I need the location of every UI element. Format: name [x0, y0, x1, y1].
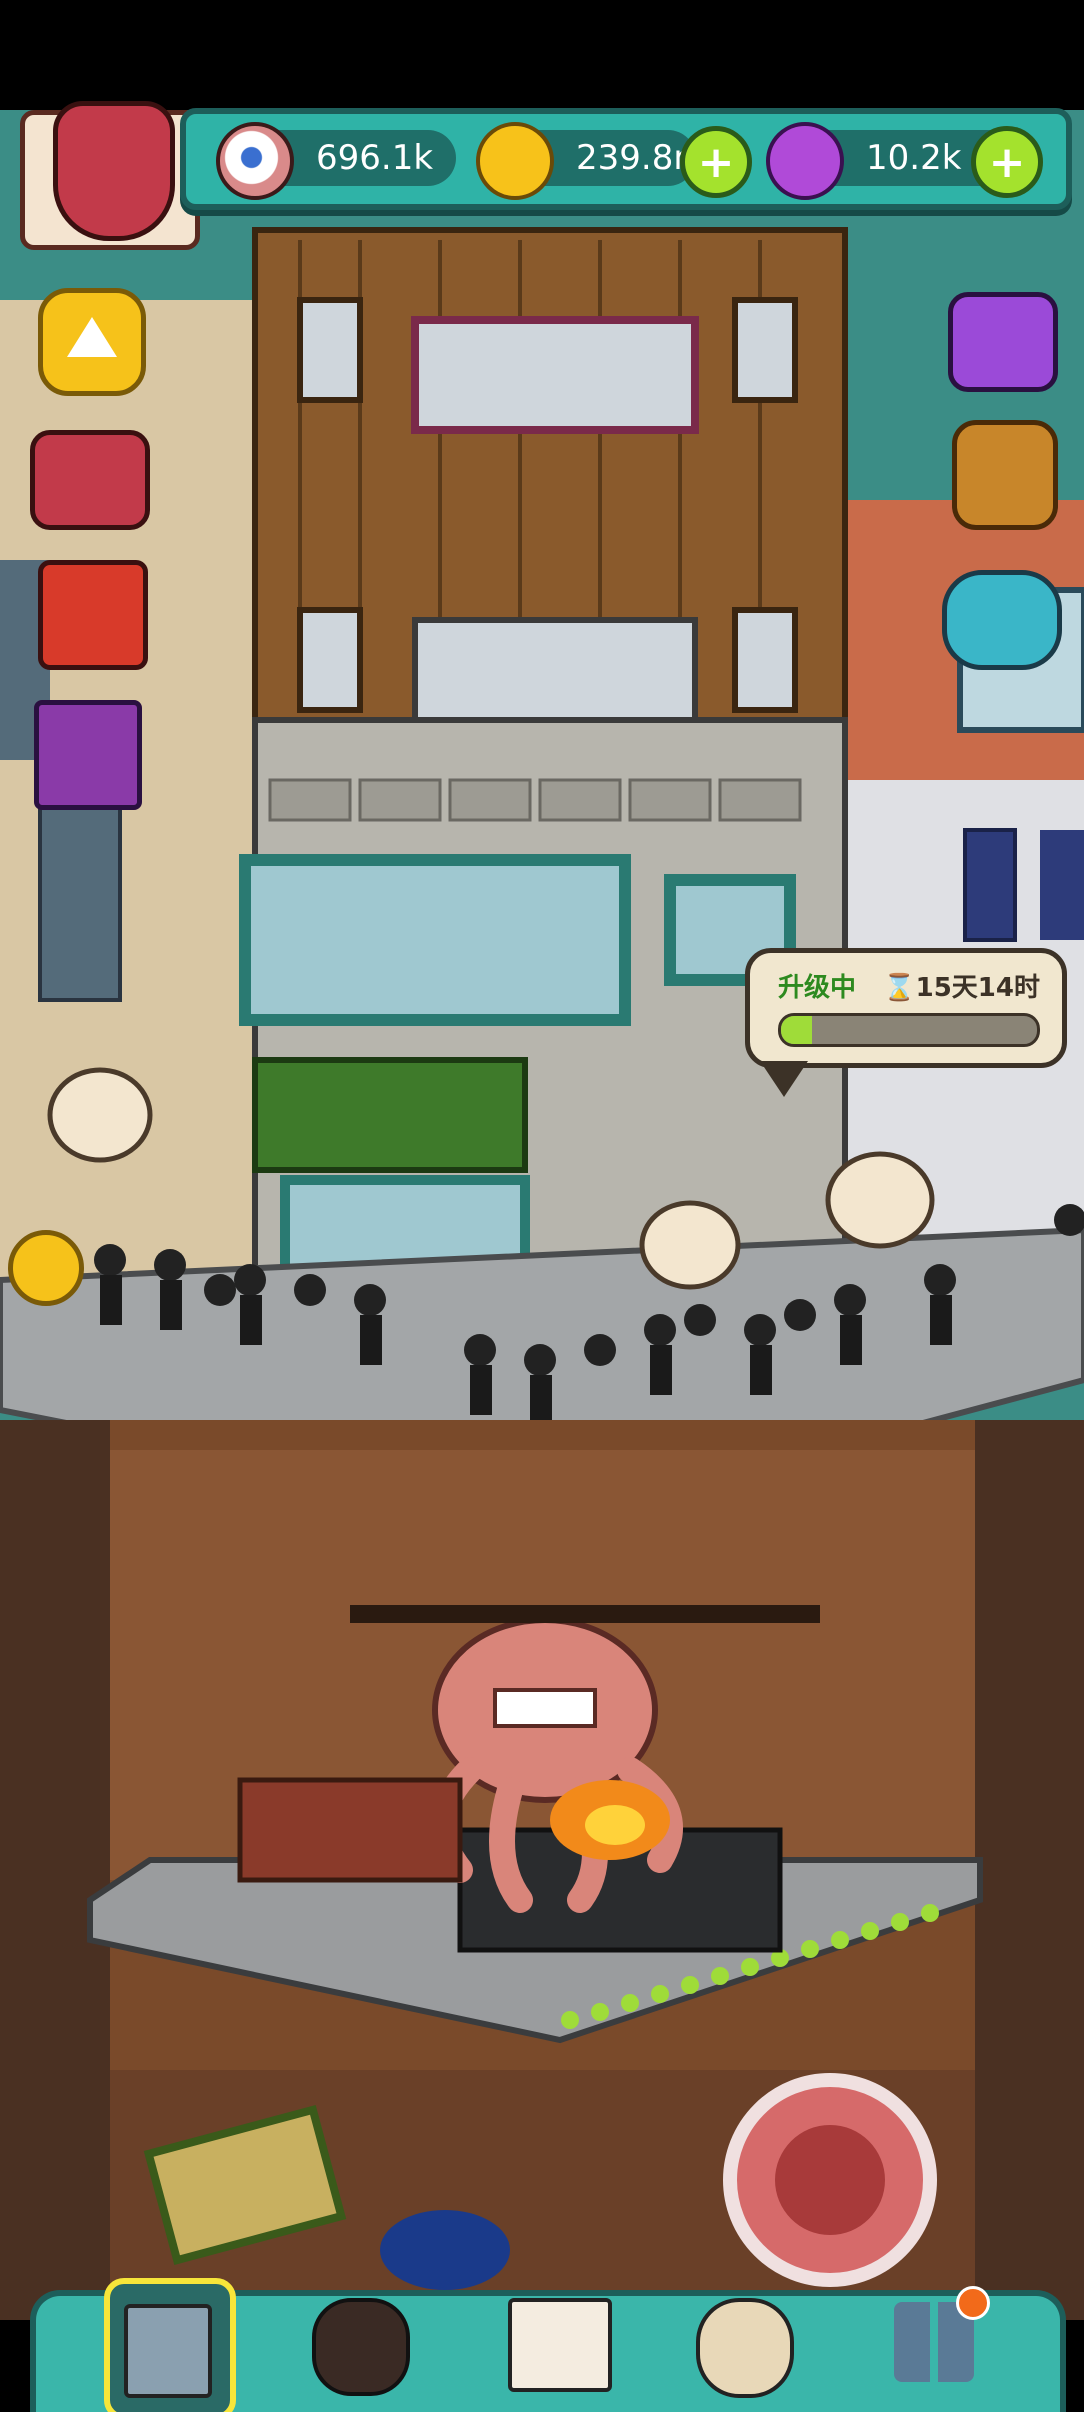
video-ad-button[interactable]	[948, 292, 1058, 392]
gold-coin-icon	[476, 122, 554, 200]
potions-value: 10.2k	[866, 138, 962, 178]
nav-money-bag-button[interactable]	[682, 2278, 802, 2408]
bottom-navigation	[30, 2278, 1066, 2412]
cards-button[interactable]	[34, 700, 142, 810]
nav-book-button[interactable]	[494, 2278, 614, 2408]
game-scene[interactable]: 696.1k 239.8m + 10.2k + 升级中 ⌛15天14时	[0, 0, 1084, 2412]
eyes-counter: 696.1k	[216, 122, 456, 200]
upgrade-progress-bar	[778, 1013, 1040, 1047]
purple-potion-icon	[766, 122, 844, 200]
gift-box-icon[interactable]	[38, 560, 148, 670]
upgrade-label: 升级中	[778, 973, 857, 1003]
upgrade-timer-value: 15天14时	[915, 973, 1040, 1003]
panel-pointer	[760, 1061, 808, 1097]
nav-grid-menu-button[interactable]	[874, 2278, 994, 2408]
arrow-up-icon	[67, 317, 117, 357]
book-icon	[508, 2298, 612, 2392]
monster-icon	[312, 2298, 410, 2396]
building-icon	[124, 2304, 212, 2398]
add-coins-button[interactable]: +	[680, 126, 752, 198]
home-button[interactable]	[8, 1230, 84, 1306]
nav-building-button[interactable]	[104, 2278, 236, 2412]
plus-icon: +	[697, 136, 735, 188]
game-world[interactable]	[0, 0, 1084, 2412]
coins-counter: 239.8m	[476, 122, 706, 200]
resource-bar: 696.1k 239.8m + 10.2k +	[180, 108, 1072, 210]
collapse-menu-button[interactable]	[38, 288, 146, 396]
hourglass-icon: ⌛	[883, 973, 916, 1003]
eyes-value: 696.1k	[316, 138, 434, 178]
nav-monster-button[interactable]	[298, 2278, 418, 2408]
player-rank-badge[interactable]	[20, 101, 200, 250]
upgrade-status-panel[interactable]: 升级中 ⌛15天14时	[745, 948, 1067, 1097]
rank-emblem-icon	[53, 101, 175, 241]
monster-event-button[interactable]	[942, 570, 1062, 670]
money-bag-icon	[696, 2298, 794, 2398]
plus-icon: +	[988, 136, 1026, 188]
eyeball-icon	[216, 122, 294, 200]
add-potions-button[interactable]: +	[971, 126, 1043, 198]
gift-shop-button[interactable]	[30, 430, 150, 530]
upgrade-progress-fill	[781, 1016, 812, 1044]
backpack-button[interactable]	[952, 420, 1058, 530]
upgrade-timer: ⌛15天14时	[883, 967, 1040, 1004]
notification-dot-icon	[956, 2286, 990, 2320]
